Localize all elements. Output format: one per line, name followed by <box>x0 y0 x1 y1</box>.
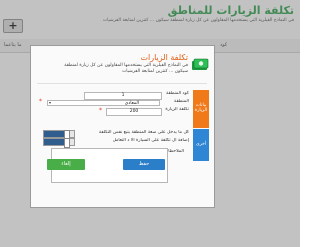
visit-cost-modal: تكلفة الزيارات في النماذج الفيلرية التي … <box>30 45 215 208</box>
code-label: كود المنطقة <box>166 91 189 96</box>
region-label: المنطقة <box>174 99 189 104</box>
required-mark: * <box>39 98 42 105</box>
divider <box>37 83 207 84</box>
cancel-button[interactable]: إلغاء <box>47 159 85 170</box>
save-button[interactable]: حفظ <box>123 159 165 170</box>
money-icon <box>192 58 209 70</box>
section-visit-data: بيانات الزيارة <box>193 90 209 128</box>
same-cost-toggle[interactable] <box>43 130 75 140</box>
region-select[interactable]: المعادي <box>47 100 160 106</box>
add-cost-toggle-label: إضافة ال تكلفة على السيارة ألا د التعامل <box>112 138 189 143</box>
section-visit-data-label: بيانات الزيارة <box>194 103 208 113</box>
section-other: أخرى <box>193 129 209 161</box>
modal-title: تكلفة الزيارات <box>140 53 188 62</box>
cost-label: تكلفة الزيارة <box>165 107 189 112</box>
code-field[interactable]: 1 <box>84 92 162 100</box>
required-mark: * <box>99 107 102 114</box>
modal-description: في النماذج الفيلرية التي يستخدمها المقاو… <box>64 63 188 74</box>
section-other-label: أخرى <box>195 142 207 147</box>
chevron-down-icon[interactable]: ▾ <box>49 100 51 105</box>
same-cost-toggle-label: كل ما يدخل على سعة المنطقة يتبع نفس التك… <box>98 130 189 135</box>
cost-field[interactable]: 200 <box>106 108 162 116</box>
add-cost-toggle[interactable] <box>43 138 75 148</box>
